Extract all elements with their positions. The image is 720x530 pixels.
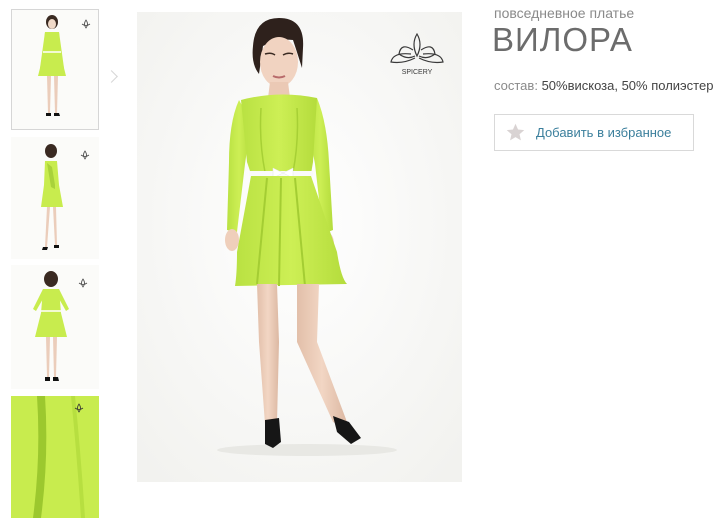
star-icon xyxy=(506,123,525,141)
product-title: ВИЛОРА xyxy=(492,21,633,58)
main-product-photo[interactable]: SPICERY xyxy=(137,12,462,482)
thumbnail-fabric-detail[interactable] xyxy=(11,396,99,518)
brand-logo-text: SPICERY xyxy=(402,69,433,76)
thumbnail-side-image xyxy=(11,137,99,259)
thumbnail-back[interactable] xyxy=(11,265,99,389)
add-to-favorites-button[interactable]: Добавить в избранное xyxy=(494,114,694,151)
thumbnail-front-image xyxy=(12,10,98,129)
composition-value: 50%вискоза, 50% полиэстер xyxy=(541,78,714,93)
thumbnail-back-image xyxy=(11,265,99,389)
active-thumbnail-pointer xyxy=(105,70,118,83)
composition-label: состав: xyxy=(494,78,538,93)
thumbnail-front[interactable] xyxy=(11,9,99,130)
product-category: повседневное платье xyxy=(494,5,635,21)
add-to-favorites-label: Добавить в избранное xyxy=(536,125,672,140)
product-composition: состав: 50%вискоза, 50% полиэстер xyxy=(494,78,713,93)
main-product-image: SPICERY xyxy=(137,12,462,482)
thumbnail-fabric-image xyxy=(11,396,99,518)
thumbnail-side[interactable] xyxy=(11,137,99,259)
